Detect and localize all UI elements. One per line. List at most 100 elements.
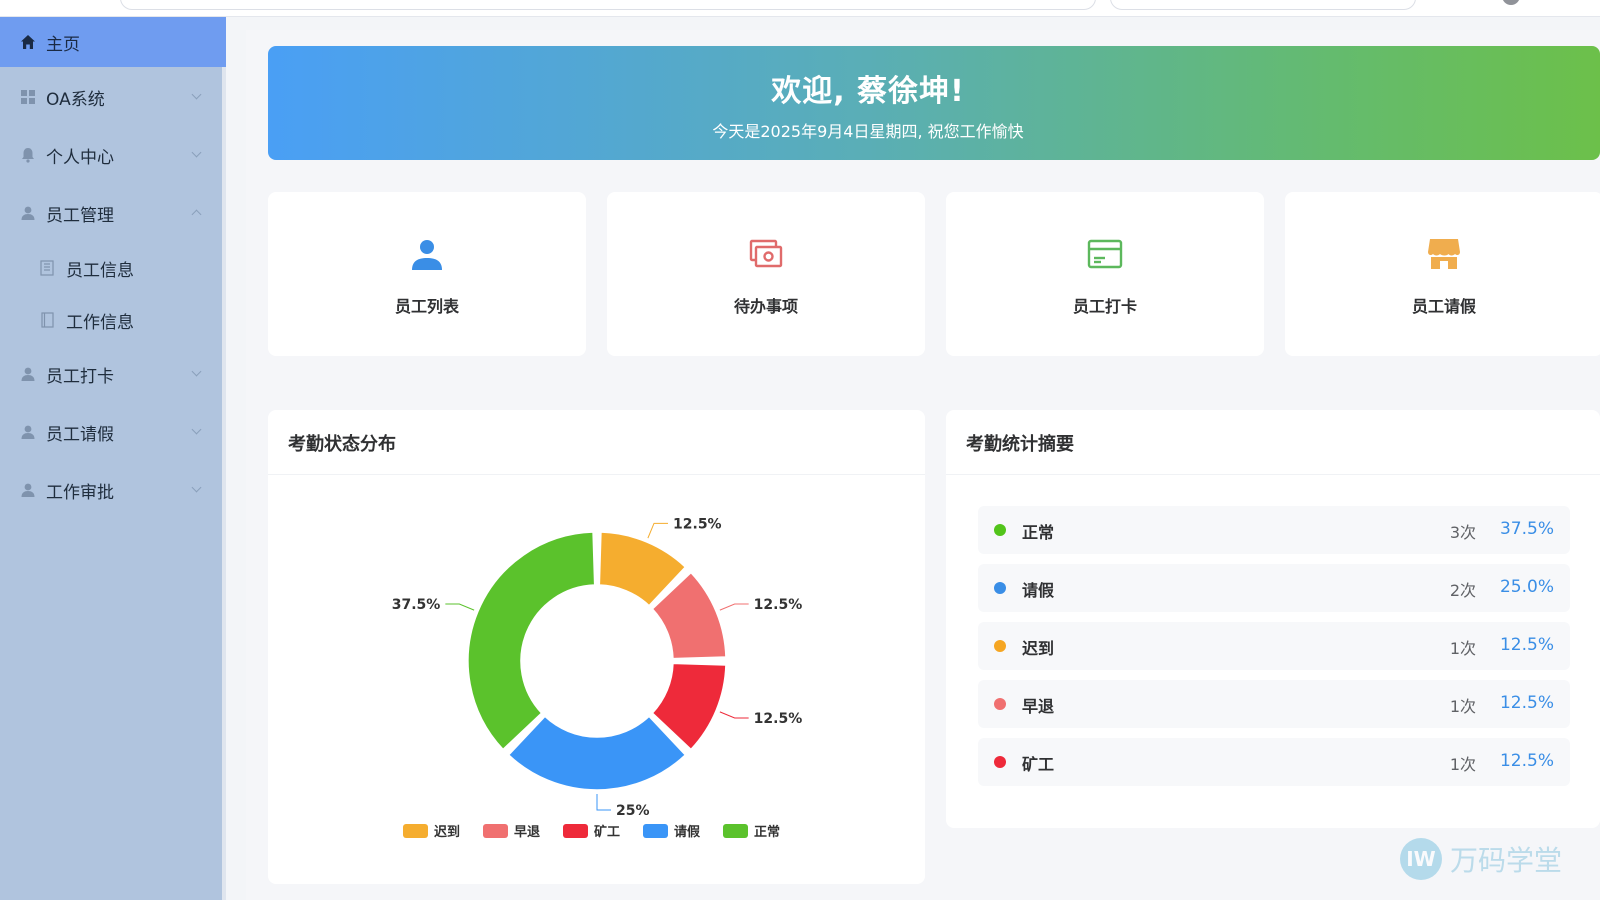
status-dot xyxy=(994,698,1006,710)
sidebar-item-employee-management[interactable]: 员工管理 xyxy=(0,188,226,238)
chevron-down-icon xyxy=(191,482,202,493)
summary-status-name: 请假 xyxy=(1022,581,1055,600)
donut-data-label: 25% xyxy=(616,803,650,819)
chevron-down-icon xyxy=(191,147,202,158)
summary-status-name: 矿工 xyxy=(1022,755,1055,774)
avatar[interactable] xyxy=(1502,0,1520,5)
status-dot xyxy=(994,640,1006,652)
summary-count: 1次 xyxy=(1449,639,1476,658)
chevron-down-icon xyxy=(191,366,202,377)
donut-data-label: 12.5% xyxy=(754,711,803,727)
sidebar-item-label: 工作审批 xyxy=(46,482,114,503)
user-icon xyxy=(20,424,36,440)
summary-status-name: 迟到 xyxy=(1022,639,1055,658)
bell-icon xyxy=(20,147,36,163)
donut-label-line xyxy=(719,711,749,719)
summary-percent: 37.5% xyxy=(1499,519,1554,539)
legend-label[interactable]: 正常 xyxy=(754,824,780,840)
person-icon xyxy=(409,236,445,272)
summary-status-name: 早退 xyxy=(1022,697,1055,716)
legend-swatch[interactable] xyxy=(403,824,428,838)
sidebar-subitem-employee-info[interactable]: 员工信息 xyxy=(0,243,226,293)
watermark: IW 万码学堂 xyxy=(1400,838,1562,880)
quick-link-label: 员工打卡 xyxy=(1072,297,1137,316)
donut-data-label: 12.5% xyxy=(673,516,722,532)
legend-swatch[interactable] xyxy=(563,824,588,838)
status-dot xyxy=(994,524,1006,536)
user-icon xyxy=(20,205,36,221)
summary-count: 3次 xyxy=(1449,523,1476,542)
summary-count: 1次 xyxy=(1449,755,1476,774)
sidebar-item-label: 员工请假 xyxy=(46,424,114,445)
watermark-text: 万码学堂 xyxy=(1450,844,1563,877)
sidebar-item-clock-in[interactable]: 员工打卡 xyxy=(0,349,226,399)
welcome-banner: 欢迎, 蔡徐坤! 今天是2025年9月4日星期四, 祝您工作愉快 xyxy=(268,46,1600,160)
welcome-title: 欢迎, 蔡徐坤! xyxy=(771,74,965,109)
sidebar-item-label: 个人中心 xyxy=(46,147,114,168)
chevron-down-icon xyxy=(191,424,202,435)
summary-card-title: 考勤统计摘要 xyxy=(966,434,1074,455)
quick-link-label: 员工列表 xyxy=(394,297,459,316)
grid-icon xyxy=(20,89,36,105)
quick-link-clock-in[interactable]: 员工打卡 xyxy=(946,192,1264,356)
chevron-up-icon xyxy=(191,209,202,220)
donut-slice[interactable] xyxy=(467,531,596,751)
quick-link-employee-list[interactable]: 员工列表 xyxy=(268,192,586,356)
watermark-logo: IW xyxy=(1400,838,1442,880)
quick-link-leave[interactable]: 员工请假 xyxy=(1285,192,1600,356)
summary-count: 2次 xyxy=(1449,581,1476,600)
attendance-summary-card: 考勤统计摘要 正常 3次 37.5% 请假 2次 25.0% 迟到 1次 12.… xyxy=(946,410,1600,828)
sidebar-subitem-label: 员工信息 xyxy=(66,260,134,281)
secondary-input[interactable] xyxy=(1110,0,1416,10)
sidebar-item-label: OA系统 xyxy=(46,89,105,110)
legend-swatch[interactable] xyxy=(483,824,508,838)
donut-data-label: 37.5% xyxy=(392,597,441,613)
user-icon xyxy=(20,366,36,382)
donut-chart: 12.5% 12.5% 12.5% 25% 37.5% 迟到 早退 矿工 请假 正常 xyxy=(392,516,803,840)
quick-link-label: 员工请假 xyxy=(1411,297,1476,316)
chevron-down-icon xyxy=(191,89,202,100)
card-divider xyxy=(946,474,1600,475)
status-dot xyxy=(994,582,1006,594)
quick-link-label: 待办事项 xyxy=(733,297,798,316)
sidebar-item-label: 主页 xyxy=(46,34,80,55)
sidebar-item-home[interactable]: 主页 xyxy=(0,17,226,67)
sidebar-item-oa[interactable]: OA系统 xyxy=(0,72,226,122)
legend-label[interactable]: 请假 xyxy=(674,824,701,840)
sidebar-subitem-label: 工作信息 xyxy=(66,312,134,333)
legend-label[interactable]: 早退 xyxy=(514,825,540,840)
legend-label[interactable]: 迟到 xyxy=(434,825,460,840)
donut-data-label: 12.5% xyxy=(754,597,803,613)
donut-slice[interactable] xyxy=(507,715,687,791)
home-icon xyxy=(20,34,36,50)
summary-percent: 12.5% xyxy=(1499,693,1554,713)
status-dot xyxy=(994,756,1006,768)
sidebar-item-personal[interactable]: 个人中心 xyxy=(0,130,226,180)
shop-icon xyxy=(1426,236,1462,272)
legend-swatch[interactable] xyxy=(643,824,668,838)
summary-row: 正常 3次 37.5% xyxy=(978,506,1570,554)
donut-label-line xyxy=(596,794,611,811)
quick-link-todo[interactable]: 待办事项 xyxy=(607,192,925,356)
attendance-chart-card: 考勤状态分布 12.5% 12.5% 12.5% 25% 37.5% 迟到 早退 矿工 请假 正常 xyxy=(268,410,925,884)
summary-status-name: 正常 xyxy=(1022,523,1055,542)
sidebar-subitem-work-info[interactable]: 工作信息 xyxy=(0,295,226,345)
legend-label[interactable]: 矿工 xyxy=(594,824,620,840)
notebook-icon xyxy=(40,312,54,328)
document-icon xyxy=(40,260,54,276)
sidebar-item-label: 员工管理 xyxy=(46,205,114,226)
summary-percent: 12.5% xyxy=(1499,635,1554,655)
sidebar-item-approval[interactable]: 工作审批 xyxy=(0,465,226,515)
money-icon xyxy=(748,236,784,272)
sidebar-item-label: 员工打卡 xyxy=(46,366,114,387)
summary-row: 请假 2次 25.0% xyxy=(978,564,1570,612)
donut-label-line xyxy=(647,522,669,539)
sidebar-item-leave[interactable]: 员工请假 xyxy=(0,407,226,457)
top-header xyxy=(0,0,1600,17)
summary-percent: 25.0% xyxy=(1499,577,1554,597)
search-input[interactable] xyxy=(120,0,1096,10)
summary-row: 矿工 1次 12.5% xyxy=(978,738,1570,786)
summary-percent: 12.5% xyxy=(1499,751,1554,771)
legend-swatch[interactable] xyxy=(723,824,748,838)
welcome-subtitle: 今天是2025年9月4日星期四, 祝您工作愉快 xyxy=(712,122,1024,141)
